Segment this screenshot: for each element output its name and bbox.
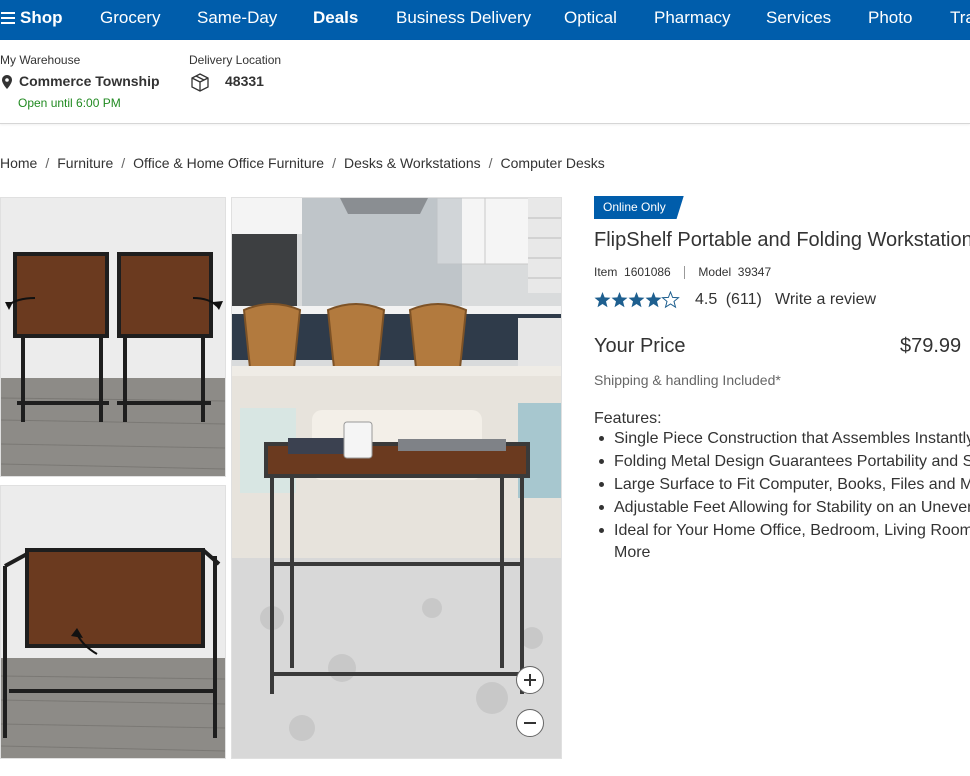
breadcrumb-furniture[interactable]: Furniture [57,155,113,171]
star-icon [594,292,611,308]
nav-photo[interactable]: Photo [868,0,912,40]
nav-shop[interactable]: Shop [20,0,63,40]
breadcrumb: Home / Furniture / Office & Home Office Furn… [0,155,605,171]
features-title: Features: [594,410,662,427]
rating-summary[interactable]: 4.5 (611) [695,291,762,309]
star-icon [628,292,645,308]
item-label: Item [594,265,618,279]
star-icon [611,292,628,308]
star-icon [645,292,662,308]
zoom-in-button[interactable] [516,666,544,694]
nav-deals[interactable]: Deals [313,0,358,40]
breadcrumb-separator: / [488,155,493,171]
package-icon [191,73,209,92]
breadcrumb-home[interactable]: Home [0,155,37,171]
location-pin-icon [2,75,12,89]
star-rating[interactable] [594,291,680,309]
model-label: Model [698,265,732,279]
model-number: 39347 [737,265,772,279]
nav-services[interactable]: Services [766,0,831,40]
breadcrumb-office-furniture[interactable]: Office & Home Office Furniture [133,155,324,171]
top-nav: Shop Grocery Same-Day Deals Business Del… [0,0,970,40]
delivery-zip[interactable]: 48331 [225,73,264,89]
feature-item: Large Surface to Fit Computer, Books, Fi… [594,475,970,498]
warehouse-hours: Open until 6:00 PM [18,96,121,110]
nav-same-day[interactable]: Same-Day [197,0,277,40]
living-room-desk-image [232,198,561,758]
write-review-link[interactable]: Write a review [775,291,876,309]
feature-item: Adjustable Feet Allowing for Stability o… [594,498,970,521]
online-only-badge: Online Only [594,196,684,219]
menu-icon[interactable] [1,12,15,24]
features-list: Single Piece Construction that Assembles… [594,429,970,544]
review-count: (611) [725,291,762,308]
meta-divider [684,266,686,280]
nav-optical[interactable]: Optical [564,0,617,40]
breadcrumb-computer-desks[interactable]: Computer Desks [501,155,605,171]
breadcrumb-separator: / [45,155,50,171]
zoom-out-button[interactable] [516,709,544,737]
folded-desk-image [1,198,225,476]
price-label: Your Price [594,335,686,357]
breadcrumb-separator: / [332,155,336,171]
delivery-label: Delivery Location [189,53,282,67]
item-number: 1601086 [624,265,671,279]
nav-business-delivery[interactable]: Business Delivery [396,0,531,40]
star-outline-icon [661,291,680,309]
flat-desk-image [1,486,225,758]
warehouse-name[interactable]: Commerce Township [19,73,160,89]
feature-item: Folding Metal Design Guarantees Portabil… [594,452,970,475]
feature-item: Single Piece Construction that Assembles… [594,429,970,452]
shipping-note: Shipping & handling Included* [594,372,781,388]
warehouse-label: My Warehouse [0,53,81,67]
product-main-image[interactable] [231,197,562,759]
product-thumbnail-1[interactable] [0,197,226,477]
nav-travel[interactable]: Tra [950,0,970,40]
product-thumbnail-2[interactable] [0,485,226,759]
price-value: $79.99 [900,335,962,357]
nav-pharmacy[interactable]: Pharmacy [654,0,731,40]
nav-grocery[interactable]: Grocery [100,0,160,40]
product-title: FlipShelf Portable and Folding Workstati… [594,229,970,251]
breadcrumb-separator: / [121,155,126,171]
zoom-out-icon [524,722,536,724]
feature-item: Ideal for Your Home Office, Bedroom, Liv… [594,521,970,544]
rating-value: 4.5 [695,291,718,308]
more-features-link[interactable]: More [614,544,650,562]
zoom-in-icon [524,674,536,686]
breadcrumb-desks[interactable]: Desks & Workstations [344,155,481,171]
product-item-model: Item 1601086 Model 39347 [594,265,772,280]
